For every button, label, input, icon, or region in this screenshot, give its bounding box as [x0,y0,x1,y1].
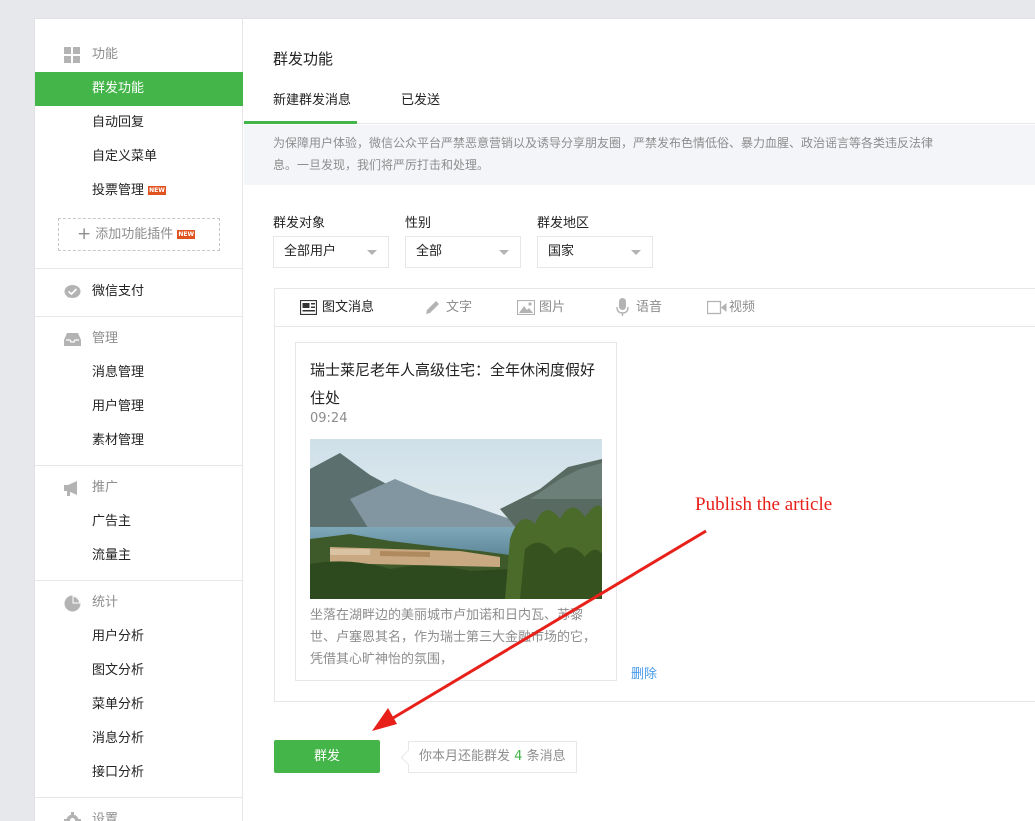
annotation-arrow [372,529,707,731]
annotation-label: Publish the article [695,494,833,515]
